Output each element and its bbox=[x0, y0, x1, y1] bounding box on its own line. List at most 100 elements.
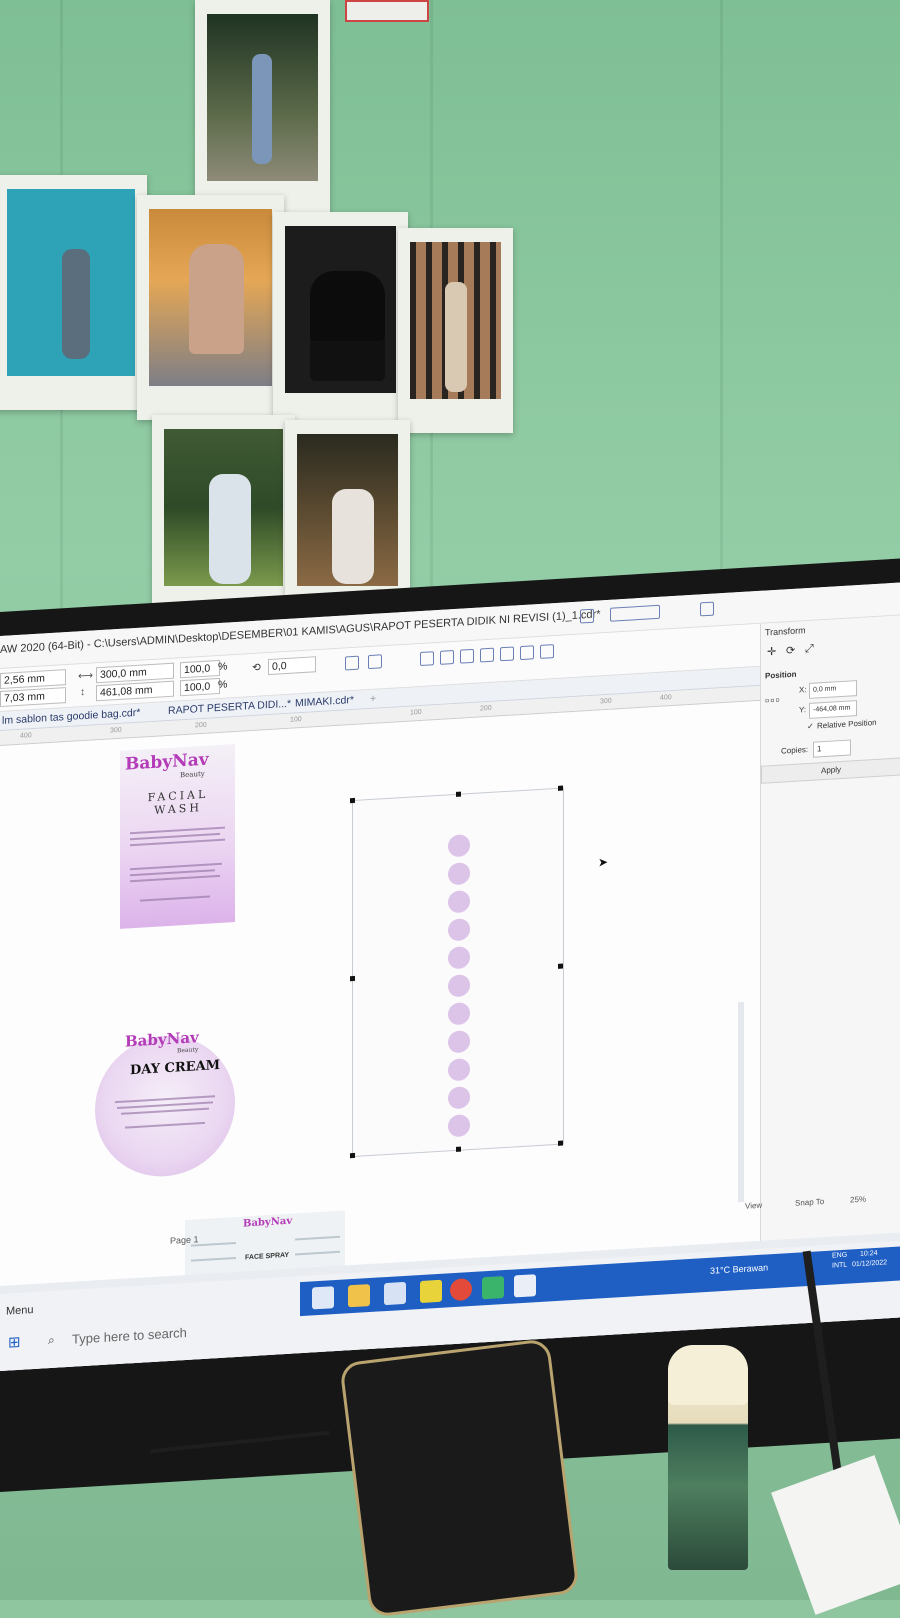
weld-icon[interactable] bbox=[480, 647, 494, 663]
mouse-cursor-icon: ➤ bbox=[598, 854, 609, 870]
scale-y-field[interactable]: 100,0 bbox=[180, 677, 220, 697]
drawing-canvas[interactable]: BabyNav Beauty FACIAL WASH BabyNav Beaut… bbox=[0, 700, 760, 1306]
anchor-grid-icon[interactable]: ▫▫▫ bbox=[765, 693, 781, 708]
ruler-tick: 100 bbox=[410, 708, 422, 717]
scale-unit: % bbox=[218, 660, 228, 674]
vertical-scrollbar[interactable] bbox=[738, 1001, 744, 1203]
pos-x-field[interactable]: 2,56 mm bbox=[0, 669, 66, 689]
clock-time[interactable]: 10:24 bbox=[860, 1250, 878, 1258]
zoom-level[interactable]: 25% bbox=[850, 1195, 866, 1205]
relative-position-checkbox[interactable]: ✓ bbox=[807, 722, 814, 731]
sticker-thumbnail bbox=[448, 890, 470, 914]
task-view-icon[interactable] bbox=[312, 1286, 334, 1310]
sticker-thumbnail bbox=[448, 1114, 470, 1138]
polaroid-photo bbox=[152, 415, 295, 620]
label-body-text bbox=[191, 1256, 236, 1262]
windows-start-icon[interactable]: ⊞ bbox=[8, 1333, 21, 1352]
sticker-thumbnail bbox=[448, 834, 470, 858]
zoom-dropdown[interactable] bbox=[610, 604, 660, 622]
ruler-tick: 300 bbox=[110, 726, 122, 735]
app-icon[interactable] bbox=[514, 1274, 536, 1298]
menu-button[interactable]: Menu bbox=[6, 1304, 34, 1318]
label-body-text bbox=[130, 838, 225, 847]
y-field[interactable]: -464,08 mm bbox=[809, 700, 857, 719]
section-title: Position bbox=[765, 669, 797, 681]
ruler-tick: 200 bbox=[195, 721, 207, 730]
pos-y-field[interactable]: 7,03 mm bbox=[0, 687, 66, 707]
position-tool-icon[interactable]: ✛ bbox=[767, 645, 776, 659]
scale-tool-icon[interactable]: ⤢ bbox=[805, 643, 814, 657]
mirror-icon[interactable] bbox=[345, 655, 359, 671]
sticker-thumbnail bbox=[448, 918, 470, 942]
sticker-thumbnail bbox=[448, 1002, 470, 1026]
lock-icon[interactable] bbox=[580, 608, 594, 624]
width-icon: ⟷ bbox=[78, 669, 94, 683]
rotate-icon: ⟲ bbox=[252, 661, 261, 675]
scale-x-field[interactable]: 100,0 bbox=[180, 659, 220, 679]
brand-subtitle: Beauty bbox=[177, 1046, 199, 1055]
copies-field[interactable]: 1 bbox=[813, 739, 851, 758]
file-explorer-icon[interactable] bbox=[348, 1284, 370, 1308]
language-indicator[interactable]: ENG bbox=[832, 1252, 847, 1260]
label-body-text bbox=[121, 1107, 209, 1115]
facial-wash-label[interactable]: BabyNav Beauty FACIAL WASH bbox=[120, 744, 235, 929]
group-icon[interactable] bbox=[420, 651, 434, 667]
width-field[interactable]: 300,0 mm bbox=[96, 662, 174, 684]
label-body-text bbox=[295, 1235, 340, 1241]
page-tab[interactable]: Page 1 bbox=[170, 1234, 199, 1246]
new-tab-icon[interactable]: + bbox=[370, 693, 376, 705]
sticker-thumbnail bbox=[448, 1086, 470, 1110]
coreldraw-icon[interactable] bbox=[482, 1276, 504, 1300]
ruler-tick: 200 bbox=[480, 704, 492, 713]
apply-button[interactable]: Apply bbox=[761, 757, 900, 784]
combine-icon[interactable] bbox=[460, 648, 474, 664]
rotate-tool-icon[interactable]: ⟳ bbox=[786, 644, 795, 658]
selection-handle[interactable] bbox=[558, 963, 563, 969]
label-title: FACE SPRAY bbox=[245, 1251, 290, 1262]
selection-handle[interactable] bbox=[558, 785, 563, 791]
snap-to-menu[interactable]: Snap To bbox=[795, 1197, 824, 1208]
view-menu[interactable]: View bbox=[745, 1201, 762, 1211]
app-icon[interactable] bbox=[384, 1281, 406, 1306]
options-icon[interactable] bbox=[700, 601, 714, 617]
selection-handle[interactable] bbox=[558, 1140, 563, 1146]
polaroid-photo bbox=[0, 175, 147, 410]
selection-handle[interactable] bbox=[350, 797, 355, 804]
selection-handle[interactable] bbox=[350, 975, 355, 982]
scale-unit: % bbox=[218, 678, 228, 692]
brand-subtitle: Beauty bbox=[180, 769, 205, 780]
monitor-screen: AW 2020 (64-Bit) - C:\Users\ADMIN\Deskto… bbox=[0, 582, 900, 1371]
wall-plank-seam bbox=[720, 0, 723, 620]
smartphone bbox=[339, 1338, 580, 1618]
docker-title: Transform bbox=[765, 625, 806, 638]
label-body-text bbox=[125, 1121, 205, 1129]
tab-mimaki[interactable]: MIMAKI.cdr* bbox=[295, 694, 354, 710]
intersect-icon[interactable] bbox=[520, 645, 534, 661]
ungroup-icon[interactable] bbox=[440, 650, 454, 665]
y-label: Y: bbox=[799, 705, 807, 715]
language-indicator-sub: INTL bbox=[832, 1261, 848, 1270]
day-cream-label[interactable]: BabyNav Beauty DAY CREAM bbox=[95, 1028, 235, 1181]
x-field[interactable]: 0,0 mm bbox=[809, 680, 857, 699]
polaroid-photo bbox=[137, 195, 284, 420]
selection-handle[interactable] bbox=[456, 1146, 461, 1152]
sticker-thumbnail bbox=[448, 946, 470, 970]
ruler-tick: 100 bbox=[290, 716, 302, 724]
simplify-icon[interactable] bbox=[540, 644, 554, 659]
ruler-tick: 400 bbox=[660, 694, 672, 702]
sticky-notes-icon[interactable] bbox=[420, 1279, 442, 1304]
polaroid-photo bbox=[273, 212, 408, 427]
selection-handle[interactable] bbox=[350, 1152, 355, 1159]
brand-name: BabyNav bbox=[243, 1215, 293, 1230]
transform-docker: Transform ✛ ⟳ ⤢ Position ▫▫▫ X: 0,0 mm Y… bbox=[760, 615, 900, 1264]
sticker-thumbnail bbox=[448, 862, 470, 886]
selected-page-frame[interactable] bbox=[350, 785, 564, 1159]
rotation-field[interactable]: 0,0 bbox=[268, 656, 316, 676]
selection-handle[interactable] bbox=[456, 791, 461, 797]
sticker-thumbnail bbox=[448, 1030, 470, 1054]
relative-position-label: Relative Position bbox=[817, 717, 877, 731]
align-icon[interactable] bbox=[368, 654, 382, 670]
trim-icon[interactable] bbox=[500, 646, 514, 662]
height-icon: ↕ bbox=[80, 685, 86, 699]
height-field[interactable]: 461,08 mm bbox=[96, 680, 174, 702]
